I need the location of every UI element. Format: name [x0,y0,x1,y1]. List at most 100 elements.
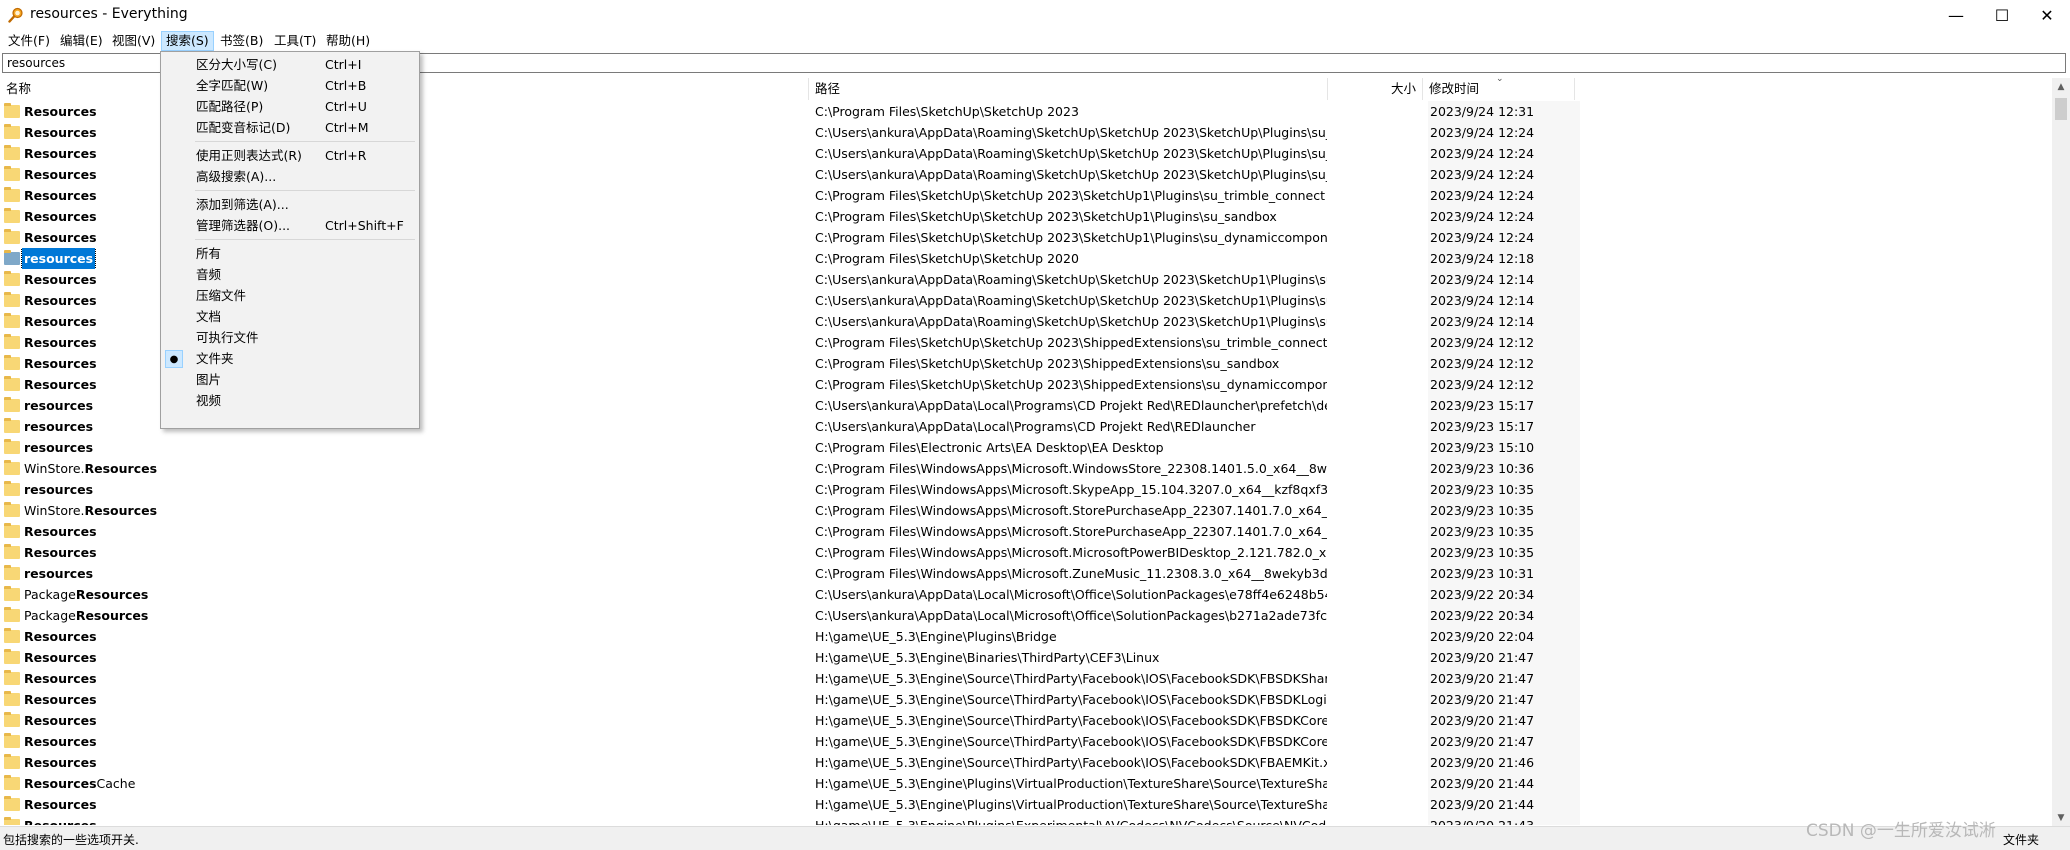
search-menu-item[interactable]: 区分大小写(C) Ctrl+I [162,54,418,75]
name-match: Resources [24,230,97,245]
table-row[interactable]: WinStore.Resources C:\Program Files\Windo… [0,458,2052,479]
cell-name: Resources [4,647,804,668]
cell-path: C:\Users\ankura\AppData\Local\Programs\C… [815,398,1327,413]
table-row[interactable]: PackageResources C:\Users\ankura\AppData\… [0,605,2052,626]
cell-date-modified: 2023/9/24 12:12 [1428,374,1580,395]
cell-date-modified: 2023/9/20 21:47 [1428,710,1580,731]
menu-file[interactable]: 文件(F) [4,32,54,50]
menu-help[interactable]: 帮助(H) [322,32,374,50]
cell-name: WinStore.Resources [4,500,804,521]
scroll-thumb[interactable] [2055,98,2067,120]
folder-icon [4,691,20,706]
file-name: Resources [22,731,99,752]
name-match: Resources [24,167,97,182]
menu-item-label: 管理筛选器(O)... [196,218,291,233]
search-menu-item[interactable]: 匹配路径(P) Ctrl+U [162,96,418,117]
menu-tools[interactable]: 工具(T) [270,32,320,50]
table-row[interactable]: ResourcesCache H:\game\UE_5.3\Engine\Plug… [0,773,2052,794]
menu-bar: 文件(F) 编辑(E) 视图(V) 搜索(S) 书签(B) 工具(T) 帮助(H… [0,30,2070,52]
table-row[interactable]: resources C:\Program Files\WindowsApps\Mi… [0,563,2052,584]
search-menu-item[interactable]: 压缩文件 [162,285,418,306]
cell-name: Resources [4,731,804,752]
menu-item-label: 全字匹配(W) [196,78,269,93]
search-menu-item[interactable]: 文档 [162,306,418,327]
cell-date-modified: 2023/9/23 10:35 [1428,500,1580,521]
search-menu-item[interactable]: 管理筛选器(O)... Ctrl+Shift+F [162,215,418,236]
cell-date-modified: 2023/9/24 12:12 [1428,353,1580,374]
column-path[interactable]: 路径 [809,78,1328,100]
menu-item-shortcut: Ctrl+Shift+F [325,218,404,233]
maximize-button[interactable]: ☐ [1979,0,2025,30]
folder-icon [4,397,20,412]
search-menu-item[interactable]: 可执行文件 [162,327,418,348]
search-menu-item[interactable]: 音频 [162,264,418,285]
scroll-down-icon[interactable]: ▼ [2052,809,2070,826]
table-row[interactable]: Resources C:\Program Files\WindowsApps\Mi… [0,542,2052,563]
file-name: PackageResources [22,605,150,626]
cell-path: C:\Program Files\SketchUp\SketchUp 2023\… [815,230,1327,245]
name-match: Resources [24,797,97,812]
table-row[interactable]: resources C:\Program Files\Electronic Art… [0,437,2052,458]
menu-view[interactable]: 视图(V) [108,32,159,50]
table-row[interactable]: Resources H:\game\UE_5.3\Engine\Source\Th… [0,710,2052,731]
cell-date-modified: 2023/9/24 12:12 [1428,332,1580,353]
close-button[interactable]: ✕ [2024,0,2070,30]
table-row[interactable]: PackageResources C:\Users\ankura\AppData\… [0,584,2052,605]
cell-name: PackageResources [4,584,804,605]
table-row[interactable]: Resources H:\game\UE_5.3\Engine\Source\Th… [0,689,2052,710]
search-menu-item[interactable]: 视频 [162,390,418,411]
folder-icon [4,628,20,643]
search-menu-item[interactable]: 所有 [162,243,418,264]
search-menu-item[interactable]: 全字匹配(W) Ctrl+B [162,75,418,96]
cell-path: H:\game\UE_5.3\Engine\Binaries\ThirdPart… [815,650,1160,665]
search-menu-item[interactable]: 使用正则表达式(R) Ctrl+R [162,145,418,166]
folder-icon [4,481,20,496]
name-match: Resources [24,524,97,539]
folder-icon [4,775,20,790]
folder-icon [4,271,20,286]
search-menu-item[interactable]: ● 文件夹 [162,348,418,369]
menu-edit[interactable]: 编辑(E) [56,32,107,50]
search-menu-item[interactable]: 添加到筛选(A)... [162,194,418,215]
cell-date-modified: 2023/9/20 21:44 [1428,773,1580,794]
cell-date-modified: 2023/9/20 21:47 [1428,689,1580,710]
cell-path: H:\game\UE_5.3\Engine\Plugins\Bridge [815,629,1057,644]
search-menu-item[interactable]: 高级搜索(A)... [162,166,418,187]
column-size[interactable]: 大小 [1328,78,1423,100]
folder-icon [4,712,20,727]
folder-icon [4,733,20,748]
file-name: resources [22,479,95,500]
name-prefix: Package [24,587,76,602]
table-row[interactable]: Resources H:\game\UE_5.3\Engine\Binaries\… [0,647,2052,668]
table-row[interactable]: Resources C:\Program Files\WindowsApps\Mi… [0,521,2052,542]
menu-item-label: 压缩文件 [196,288,247,303]
table-row[interactable]: Resources H:\game\UE_5.3\Engine\Source\Th… [0,752,2052,773]
file-name: resources [20,248,97,269]
minimize-button[interactable]: — [1933,0,1979,30]
folder-icon [4,124,20,139]
cell-date-modified: 2023/9/23 10:31 [1428,563,1580,584]
vertical-scrollbar[interactable]: ▲ ▼ [2052,78,2070,826]
search-menu-item[interactable]: 图片 [162,369,418,390]
table-row[interactable]: Resources H:\game\UE_5.3\Engine\Source\Th… [0,731,2052,752]
name-match: Resources [84,461,158,476]
cell-path: C:\Program Files\SketchUp\SketchUp 2023\… [815,356,1280,371]
menu-search[interactable]: 搜索(S) [161,31,214,51]
table-row[interactable]: Resources H:\game\UE_5.3\Engine\Plugins\E… [0,815,2052,825]
folder-icon [4,250,20,265]
table-row[interactable]: Resources H:\game\UE_5.3\Engine\Plugins\V… [0,794,2052,815]
folder-icon [4,187,20,202]
file-name: Resources [22,794,99,815]
cell-path: H:\game\UE_5.3\Engine\Source\ThirdParty\… [815,671,1327,686]
menu-bookmarks[interactable]: 书签(B) [216,32,267,50]
table-row[interactable]: resources C:\Program Files\WindowsApps\Mi… [0,479,2052,500]
table-row[interactable]: Resources H:\game\UE_5.3\Engine\Source\Th… [0,668,2052,689]
cell-name: PackageResources [4,605,804,626]
search-menu-item[interactable]: 匹配变音标记(D) Ctrl+M [162,117,418,138]
menu-item-label: 可执行文件 [196,330,259,345]
table-row[interactable]: WinStore.Resources C:\Program Files\Windo… [0,500,2052,521]
cell-path: C:\Program Files\SketchUp\SketchUp 2023 [815,104,1079,119]
cell-date-modified: 2023/9/24 12:24 [1428,143,1580,164]
table-row[interactable]: Resources H:\game\UE_5.3\Engine\Plugins\B… [0,626,2052,647]
scroll-up-icon[interactable]: ▲ [2052,78,2070,95]
